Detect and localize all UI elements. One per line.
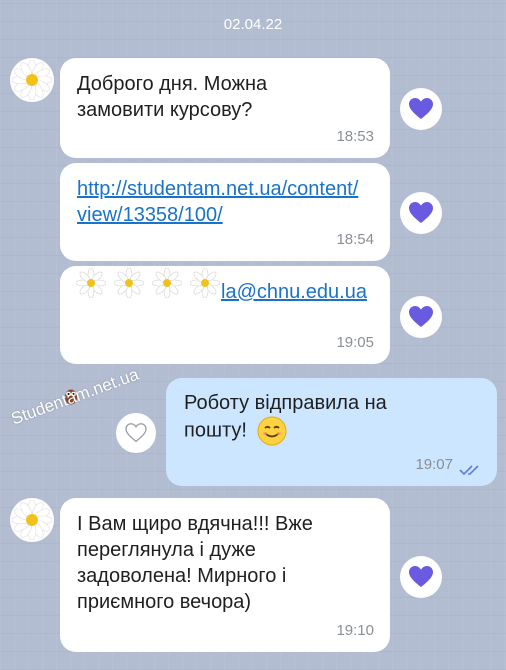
- reaction-heart[interactable]: [400, 88, 442, 130]
- message-time: 18:53: [336, 128, 374, 145]
- message-bubble-outgoing[interactable]: Роботу відправила на пошту! 19:07: [166, 378, 497, 486]
- reaction-heart[interactable]: [400, 192, 442, 234]
- message-bubble-incoming[interactable]: Доброго дня. Можна замовити курсову? 18:…: [60, 58, 390, 158]
- message-text: Доброго дня. Можна замовити курсову?: [77, 73, 268, 121]
- smiling-face-emoji: [257, 416, 287, 446]
- message-time: 19:07: [415, 456, 453, 473]
- daisy-icon: [11, 59, 53, 101]
- heart-icon: [409, 306, 433, 327]
- daisy-icon: [152, 268, 182, 298]
- reaction-heart[interactable]: [400, 296, 442, 338]
- avatar[interactable]: [10, 498, 54, 542]
- heart-icon: [409, 98, 433, 119]
- message-time: 18:54: [336, 231, 374, 248]
- message-bubble-incoming[interactable]: І Вам щиро вдячна!!! Вже переглянула і д…: [60, 498, 390, 652]
- heart-outline-icon: [125, 423, 147, 443]
- reaction-heart[interactable]: [400, 556, 442, 598]
- daisy-icon: [190, 268, 220, 298]
- daisy-icon: [11, 499, 53, 541]
- message-text: Роботу відправила на пошту!: [184, 390, 444, 446]
- heart-icon: [409, 566, 433, 587]
- date-separator: 02.04.22: [223, 16, 283, 33]
- message-time: 19:05: [336, 334, 374, 351]
- double-check-icon: [459, 465, 479, 476]
- message-text: І Вам щиро вдячна!!! Вже переглянула і д…: [77, 513, 313, 613]
- message-bubble-incoming[interactable]: http://studentam.net.ua/content/view/133…: [60, 163, 390, 261]
- daisy-icon: [114, 268, 144, 298]
- heart-icon: [409, 202, 433, 223]
- message-link[interactable]: http://studentam.net.ua/content/view/133…: [77, 176, 367, 228]
- message-time: 19:10: [336, 622, 374, 639]
- daisy-icon: [76, 268, 106, 298]
- avatar[interactable]: [10, 58, 54, 102]
- reaction-heart-empty[interactable]: [116, 413, 156, 453]
- censor-flowers: [76, 268, 228, 298]
